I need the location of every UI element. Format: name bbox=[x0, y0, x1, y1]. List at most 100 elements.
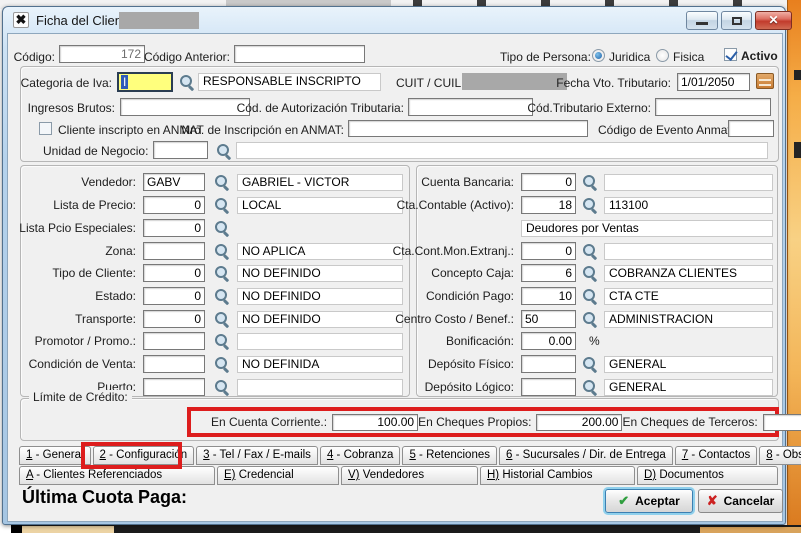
field-label: Centro Costo / Benef.: bbox=[395, 310, 514, 328]
anmat-checkbox[interactable] bbox=[39, 122, 52, 135]
credit-item: En Cheques de Terceros: bbox=[622, 414, 801, 431]
zona-input[interactable] bbox=[143, 242, 205, 260]
field-label: Tipo de Cliente: bbox=[52, 264, 136, 282]
transporte-input[interactable] bbox=[143, 310, 205, 328]
search-icon[interactable] bbox=[214, 243, 230, 259]
deposito-fisico-input[interactable] bbox=[521, 355, 576, 373]
maximize-icon bbox=[732, 17, 742, 25]
search-icon[interactable] bbox=[214, 379, 230, 395]
cta-contable-input[interactable] bbox=[521, 196, 576, 214]
cancel-button[interactable]: ✘ Cancelar bbox=[698, 489, 783, 513]
search-icon[interactable] bbox=[216, 143, 232, 159]
calendar-icon[interactable] bbox=[756, 73, 774, 89]
tab-configuracion[interactable]: 2 - Configuración bbox=[93, 446, 195, 465]
tipo-cliente-desc: NO DEFINIDO bbox=[237, 265, 403, 282]
tab-observaciones[interactable]: 8 - Observaciones bbox=[759, 446, 801, 465]
right-panel-group: Cuenta Bancaria: Cta.Contable (Activo): … bbox=[416, 165, 778, 397]
tab-sucursales[interactable]: 6 - Sucursales / Dir. de Entrega bbox=[499, 446, 673, 465]
promotor-input[interactable] bbox=[143, 332, 205, 350]
anmat-nro-input[interactable] bbox=[348, 120, 588, 137]
vendedor-input[interactable] bbox=[143, 173, 205, 191]
search-icon[interactable] bbox=[582, 311, 598, 327]
cta-contable-desc: 113100 bbox=[604, 197, 773, 214]
field-label: Zona: bbox=[105, 242, 136, 260]
deposito-logico-input[interactable] bbox=[521, 378, 576, 396]
search-icon[interactable] bbox=[214, 288, 230, 304]
search-icon[interactable] bbox=[582, 243, 598, 259]
accept-button[interactable]: ✔ Aceptar bbox=[605, 489, 693, 513]
radio-fisica[interactable] bbox=[656, 49, 669, 62]
search-icon[interactable] bbox=[214, 174, 230, 190]
screen: ✖ Ficha del Cliente ✕ Código: Código Ant… bbox=[0, 0, 801, 533]
minimize-button[interactable] bbox=[686, 11, 718, 30]
cod-trib-externo-input[interactable] bbox=[655, 98, 771, 116]
cta-cont-mon-extranj-input[interactable] bbox=[521, 242, 576, 260]
anmat-evento-input[interactable] bbox=[728, 120, 774, 137]
cheques-terceros-input[interactable] bbox=[763, 414, 801, 431]
tab-cobranza[interactable]: 4 - Cobranza bbox=[320, 446, 401, 465]
cod-autorizacion-input[interactable] bbox=[408, 98, 533, 116]
condicion-pago-input[interactable] bbox=[521, 287, 576, 305]
tab-vendedores[interactable]: V) Vendedores bbox=[341, 466, 478, 485]
concepto-caja-input[interactable] bbox=[521, 264, 576, 282]
cheques-propios-input[interactable] bbox=[536, 414, 622, 431]
cuenta-corriente-input[interactable] bbox=[332, 414, 418, 431]
cuenta-bancaria-input[interactable] bbox=[521, 173, 576, 191]
close-button[interactable]: ✕ bbox=[755, 11, 792, 30]
cheques-terceros-label: En Cheques de Terceros: bbox=[622, 415, 757, 429]
field-label: Depósito Lógico: bbox=[425, 378, 514, 396]
codigo-input[interactable] bbox=[59, 45, 145, 63]
search-icon[interactable] bbox=[214, 311, 230, 327]
search-icon[interactable] bbox=[179, 74, 195, 90]
centro-costo-input[interactable] bbox=[521, 310, 576, 328]
x-icon: ✘ bbox=[707, 493, 718, 509]
field-label: Lista Pcio Especiales: bbox=[19, 219, 136, 237]
deposito-logico-desc: GENERAL bbox=[604, 379, 773, 396]
tipo-cliente-input[interactable] bbox=[143, 264, 205, 282]
search-icon[interactable] bbox=[582, 288, 598, 304]
search-icon[interactable] bbox=[582, 197, 598, 213]
search-icon[interactable] bbox=[214, 220, 230, 236]
tab-historial-cambios[interactable]: H) Historial Cambios bbox=[480, 466, 635, 485]
tab-contactos[interactable]: 7 - Contactos bbox=[675, 446, 757, 465]
search-icon[interactable] bbox=[214, 356, 230, 372]
tab-clientes-referenciados[interactable]: A - Clientes Referenciados bbox=[19, 466, 215, 485]
search-icon[interactable] bbox=[214, 265, 230, 281]
categoria-iva-input[interactable]: I bbox=[117, 72, 173, 92]
search-icon[interactable] bbox=[214, 197, 230, 213]
tab-row-2: A - Clientes Referenciados E) Credencial… bbox=[19, 466, 778, 485]
search-icon[interactable] bbox=[582, 356, 598, 372]
tab-general[interactable]: 1 - General bbox=[19, 446, 91, 465]
puerto-input[interactable] bbox=[143, 378, 205, 396]
search-icon[interactable] bbox=[582, 379, 598, 395]
lista-pcio-especiales-input[interactable] bbox=[143, 219, 205, 237]
maximize-button[interactable] bbox=[721, 11, 752, 30]
tab-credencial[interactable]: E) Credencial bbox=[217, 466, 339, 485]
tab-tel-fax-emails[interactable]: 3 - Tel / Fax / E-mails bbox=[196, 446, 318, 465]
condicion-venta-input[interactable] bbox=[143, 355, 205, 373]
search-icon[interactable] bbox=[214, 333, 230, 349]
ingresos-brutos-input[interactable] bbox=[120, 98, 250, 116]
field-label: Cuenta Bancaria: bbox=[421, 173, 514, 191]
codigo-anterior-input[interactable] bbox=[234, 45, 365, 63]
estado-input[interactable] bbox=[143, 287, 205, 305]
field-label: Transporte: bbox=[75, 310, 136, 328]
fecha-vto-input[interactable] bbox=[677, 73, 750, 91]
radio-juridica[interactable] bbox=[592, 49, 605, 62]
cod-autorizacion-label: Cód. de Autorización Tributaria: bbox=[237, 99, 404, 117]
cta-cont-mon-extranj-desc bbox=[604, 243, 773, 260]
background-window-fragment-bottom bbox=[0, 525, 801, 533]
tab-retenciones[interactable]: 5 - Retenciones bbox=[402, 446, 497, 465]
field-label: Lista de Precio: bbox=[53, 196, 136, 214]
condicion-pago-desc: CTA CTE bbox=[604, 288, 773, 305]
concepto-caja-desc: COBRANZA CLIENTES bbox=[604, 265, 773, 282]
radio-fisica-label: Fisica bbox=[673, 48, 704, 66]
lista-precio-input[interactable] bbox=[143, 196, 205, 214]
search-icon[interactable] bbox=[582, 265, 598, 281]
activo-checkbox[interactable] bbox=[724, 48, 737, 61]
bonificacion-input[interactable] bbox=[521, 332, 576, 350]
cheques-propios-label: En Cheques Propios: bbox=[418, 415, 531, 429]
unidad-negocio-input[interactable] bbox=[153, 141, 208, 159]
search-icon[interactable] bbox=[582, 174, 598, 190]
tab-documentos[interactable]: D) Documentos bbox=[637, 466, 778, 485]
